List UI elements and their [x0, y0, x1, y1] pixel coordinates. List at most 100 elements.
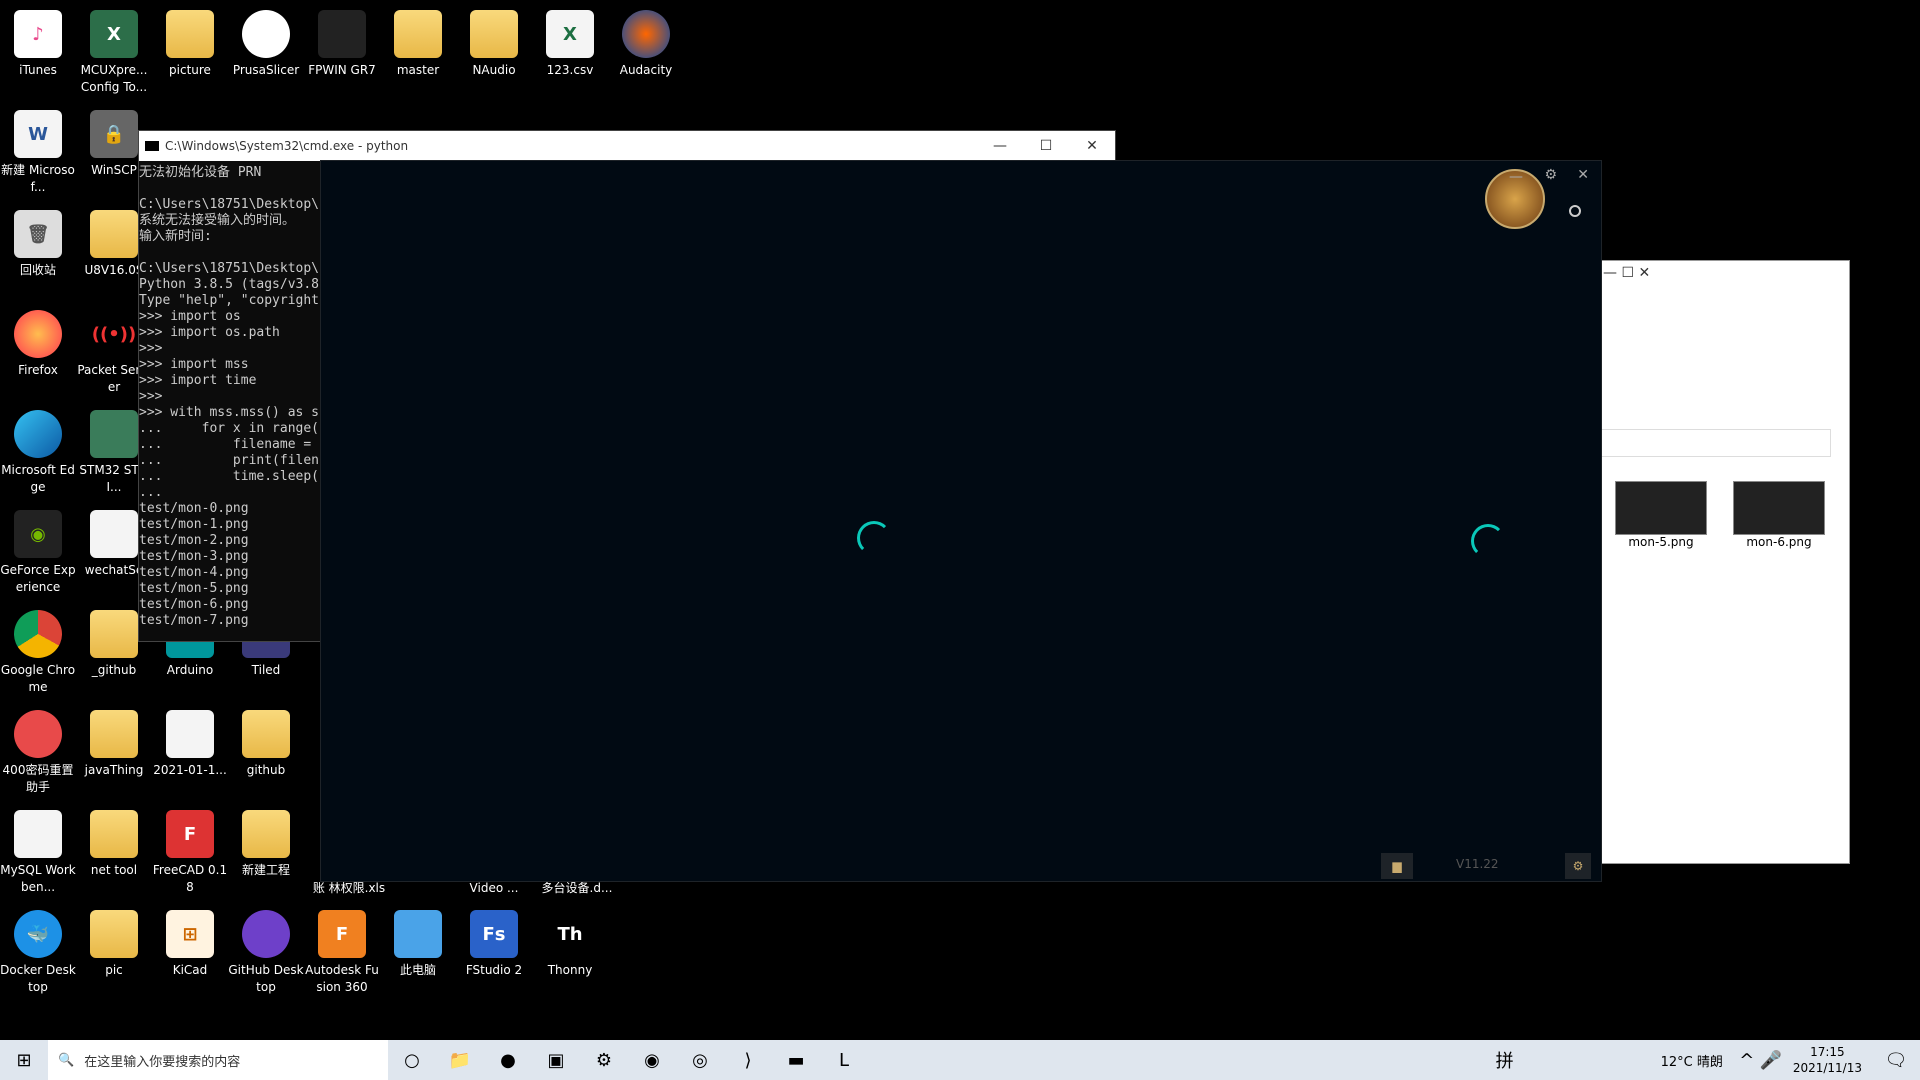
prusaslicer-icon	[242, 10, 290, 58]
geforce-icon: ◉	[14, 510, 62, 558]
thumb-mon-5[interactable]: mon-5.png	[1615, 481, 1707, 549]
search-placeholder: 在这里输入你要搜索的内容	[84, 1054, 241, 1070]
packet-sender-icon: ((•))	[91, 323, 137, 345]
recycle-bin-icon: 🗑	[14, 210, 62, 258]
start-button[interactable]: ⊞	[0, 1040, 48, 1080]
desktop-icon-javathing[interactable]: javaThing	[76, 708, 152, 779]
desktop-icon-picture[interactable]: picture	[152, 8, 228, 79]
desktop-icon-xls[interactable]: 账 林权限.xls	[304, 880, 394, 897]
desktop-icon-naudio[interactable]: NAudio	[456, 8, 532, 79]
desktop-icon-audacity[interactable]: Audacity	[608, 8, 684, 79]
desktop-icon-thonny[interactable]: Th Thonny	[532, 908, 608, 979]
image-thumbnail	[1615, 481, 1707, 535]
minimize-button[interactable]: —	[977, 138, 1023, 154]
chrome-icon[interactable]: ◉	[628, 1040, 676, 1080]
desktop-icon-mcuxpresso[interactable]: X MCUXpre... Config To...	[76, 8, 152, 96]
clock-date: 2021/11/13	[1792, 1061, 1862, 1075]
chat-icon[interactable]: ▆	[1381, 853, 1413, 879]
desktop-icon-master[interactable]: master	[380, 8, 456, 79]
search-box[interactable]: 🔍 在这里输入你要搜索的内容	[48, 1040, 388, 1080]
desktop-icon-kicad[interactable]: ⊞ KiCad	[152, 908, 228, 979]
tray-arrow-icon[interactable]: ^	[1735, 1040, 1759, 1080]
file-icon	[14, 810, 62, 858]
desktop-icon-2021-01[interactable]: 2021-01-1...	[152, 708, 228, 779]
cmd-icon	[145, 141, 159, 151]
winscp-icon: 🔒	[90, 110, 138, 158]
close-button[interactable]: ✕	[1069, 138, 1115, 154]
desktop-icon-new-word[interactable]: W 新建 Microsof...	[0, 108, 76, 196]
cmd-title: C:\Windows\System32\cmd.exe - python	[165, 139, 409, 153]
weather[interactable]: 12°C 晴朗	[1649, 1051, 1735, 1070]
folder-icon	[90, 210, 138, 258]
microphone-icon[interactable]: 🎤	[1759, 1040, 1783, 1080]
loading-spinner-icon	[1471, 524, 1505, 558]
folder-icon	[90, 710, 138, 758]
github-desktop-icon	[242, 910, 290, 958]
settings-gear-icon[interactable]: ⚙	[1565, 853, 1591, 879]
desktop-icon-fpwin[interactable]: FPWIN GR7	[304, 8, 380, 79]
desktop-icon-new-project[interactable]: 新建工程	[228, 808, 304, 879]
ime-icon[interactable]: 拼	[1481, 1040, 1529, 1080]
clock[interactable]: 17:15 2021/11/13	[1783, 1044, 1872, 1076]
mcuxpresso-icon: X	[90, 10, 138, 58]
desktop-icon-geforce[interactable]: ◉ GeForce Experience	[0, 508, 76, 596]
clock-time: 17:15	[1810, 1045, 1845, 1059]
terminal-icon[interactable]: ▬	[772, 1040, 820, 1080]
search-icon: 🔍	[58, 1052, 75, 1068]
desktop-icon-fstudio[interactable]: Fs FStudio 2	[456, 908, 532, 979]
folder-icon	[242, 710, 290, 758]
desktop-icon-github-app[interactable]: github	[228, 708, 304, 779]
client-version: V11.22	[1456, 857, 1499, 871]
explorer-window: — ☐ ✕ mon-5.png mon-6.png	[1598, 260, 1850, 864]
desktop-icon-github-desktop[interactable]: GitHub Desktop	[228, 908, 304, 996]
fpwin-icon	[318, 10, 366, 58]
thonny-icon: Th	[557, 923, 583, 945]
desktop-icon-this-pc[interactable]: 此电脑	[380, 908, 456, 979]
explorer-controls: — ☐ ✕	[1603, 265, 1651, 281]
cmd-titlebar[interactable]: C:\Windows\System32\cmd.exe - python — ☐…	[139, 131, 1115, 161]
desktop-icon-docker[interactable]: 🐳 Docker Desktop	[0, 908, 76, 996]
firefox-icon	[14, 310, 62, 358]
excel-icon: X	[546, 10, 594, 58]
desktop-icon-video[interactable]: Video ...	[456, 880, 532, 897]
client-settings-gear-icon[interactable]: ⚙	[1544, 167, 1557, 183]
task-view-icon[interactable]: ○	[388, 1040, 436, 1080]
notification-icon[interactable]: 🗨	[1872, 1040, 1920, 1080]
kicad-icon: ⊞	[166, 910, 214, 958]
client-minimize-button[interactable]: —	[1509, 169, 1523, 185]
desktop-icon-edge[interactable]: Microsoft Edge	[0, 408, 76, 496]
explorer-search[interactable]	[1599, 429, 1831, 457]
folder-icon	[242, 810, 290, 858]
desktop-icon-itunes[interactable]: ♪ iTunes	[0, 8, 76, 79]
desktop-icon-pic[interactable]: pic	[76, 908, 152, 979]
folder-icon	[90, 610, 138, 658]
app-icon[interactable]: ◎	[676, 1040, 724, 1080]
app-icon[interactable]: ●	[484, 1040, 532, 1080]
desktop-icon-123csv[interactable]: X 123.csv	[532, 8, 608, 79]
thumb-mon-6[interactable]: mon-6.png	[1733, 481, 1825, 549]
desktop-icon-chrome[interactable]: Google Chrome	[0, 608, 76, 696]
vscode-icon[interactable]: ⟩	[724, 1040, 772, 1080]
folder-icon	[394, 10, 442, 58]
desktop-icon-400-reset[interactable]: 400密码重置助手	[0, 708, 76, 796]
maximize-button[interactable]: ☐	[1023, 138, 1069, 154]
desktop-icon-mysql[interactable]: MySQL Workben...	[0, 808, 76, 896]
file-explorer-icon[interactable]: 📁	[436, 1040, 484, 1080]
desktop-icon-recycle-bin[interactable]: 🗑 回收站	[0, 208, 76, 279]
status-indicator-icon	[1569, 205, 1581, 217]
desktop-icon-net-tool[interactable]: net tool	[76, 808, 152, 879]
file-icon	[90, 510, 138, 558]
client-footer: ▆ V11.22 ⚙	[321, 849, 1601, 881]
chrome-icon	[14, 610, 62, 658]
desktop-icon-freecad[interactable]: F FreeCAD 0.18	[152, 808, 228, 896]
desktop-icon-firefox[interactable]: Firefox	[0, 308, 76, 379]
league-icon[interactable]: L	[820, 1040, 868, 1080]
game-client-window[interactable]: — ⚙ ✕ ▆ V11.22 ⚙	[320, 160, 1602, 882]
client-close-button[interactable]: ✕	[1577, 167, 1589, 183]
desktop-icon-multi-device[interactable]: 多台设备.d...	[532, 880, 622, 897]
desktop-icon-fusion360[interactable]: F Autodesk Fusion 360	[304, 908, 380, 996]
app-icon[interactable]: ▣	[532, 1040, 580, 1080]
settings-icon[interactable]: ⚙	[580, 1040, 628, 1080]
desktop-icon-prusaslicer[interactable]: PrusaSlicer	[228, 8, 304, 79]
freecad-icon: F	[166, 810, 214, 858]
